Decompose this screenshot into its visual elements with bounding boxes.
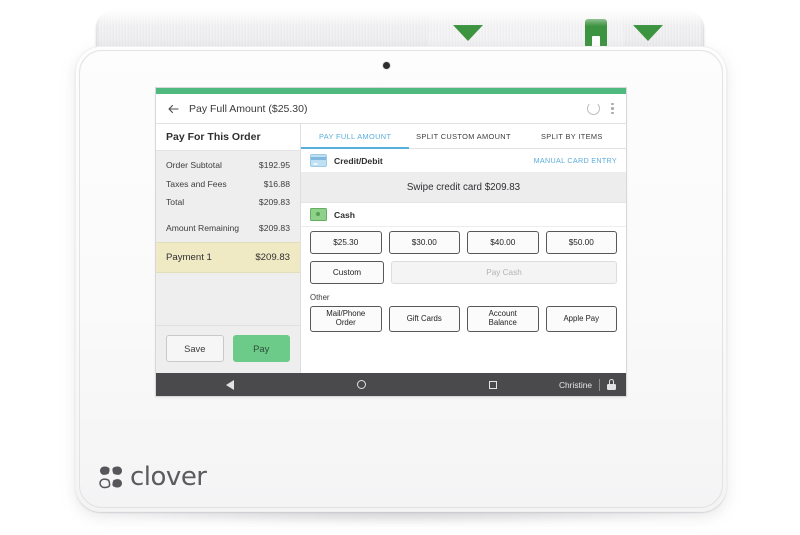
order-totals: Order Subtotal $192.95 Taxes and Fees $1… <box>156 151 300 242</box>
account-balance-button[interactable]: Account Balance <box>467 306 539 332</box>
nav-status-area: Christine <box>559 378 618 391</box>
sidebar-spacer <box>156 272 300 325</box>
cash-row: Cash <box>301 203 626 227</box>
nav-recents-icon <box>489 380 498 389</box>
cash-action-row: Custom Pay Cash <box>310 261 617 284</box>
gift-cards-button[interactable]: Gift Cards <box>388 306 460 332</box>
refresh-icon[interactable] <box>587 102 600 115</box>
total-value: $16.88 <box>263 178 290 189</box>
total-value: $209.83 <box>258 196 290 207</box>
swipe-prompt: Swipe credit card $209.83 <box>301 173 626 203</box>
lock-icon[interactable] <box>607 379 617 390</box>
cash-amount-area: $25.30 $30.00 $40.00 $50.00 Custom Pay C… <box>301 227 626 284</box>
order-sidebar: Pay For This Order Order Subtotal $192.9… <box>156 124 301 373</box>
total-row-total: Total $209.83 <box>166 193 290 211</box>
payment-label: Payment 1 <box>166 251 212 263</box>
clover-wordmark: clover <box>130 462 207 492</box>
app-bar: Pay Full Amount ($25.30) <box>156 94 626 124</box>
overflow-dot <box>611 107 614 110</box>
camera-dot-icon <box>383 62 390 69</box>
total-label: Total <box>166 196 185 207</box>
total-value: $192.95 <box>258 160 290 171</box>
payment-row-1[interactable]: Payment 1 $209.83 <box>156 241 300 273</box>
triangle-down-icon-left <box>453 25 483 41</box>
pay-button[interactable]: Pay <box>232 335 290 362</box>
quick-amount-grid: $25.30 $30.00 $40.00 $50.00 <box>310 231 617 254</box>
other-button-grid: Mail/Phone Order Gift Cards Account Bala… <box>310 306 617 332</box>
screenshot-stage: Pay Full Amount ($25.30) Pay For This Or… <box>0 0 800 535</box>
overflow-dot <box>611 111 614 115</box>
overflow-dot <box>611 102 614 106</box>
quick-amount-button-2[interactable]: $30.00 <box>388 231 460 254</box>
manual-card-entry-link[interactable]: MANUAL CARD ENTRY <box>534 156 617 165</box>
nav-divider <box>599 378 601 391</box>
cash-label: Cash <box>334 209 356 220</box>
total-row-taxes: Taxes and Fees $16.88 <box>166 174 290 192</box>
payment-value: $209.83 <box>255 251 290 263</box>
android-nav-bar: Christine <box>156 373 626 396</box>
quick-amount-button-3[interactable]: $40.00 <box>467 231 539 254</box>
apple-pay-button[interactable]: Apple Pay <box>545 306 617 332</box>
clover-leaf-icon <box>99 466 122 489</box>
payment-main-panel: PAY FULL AMOUNT SPLIT CUSTOM AMOUNT SPLI… <box>301 124 626 373</box>
credit-debit-label: Credit/Debit <box>334 155 383 166</box>
nav-back-icon <box>225 379 234 390</box>
other-payment-section: Other Mail/Phone Order Gift Cards Accoun… <box>301 284 626 332</box>
credit-card-icon <box>310 154 327 167</box>
device-screen: Pay Full Amount ($25.30) Pay For This Or… <box>156 88 626 396</box>
clover-logo: clover <box>98 464 207 490</box>
cash-icon <box>310 208 327 221</box>
quick-amount-button-1[interactable]: $25.30 <box>310 231 382 254</box>
payment-tabs: PAY FULL AMOUNT SPLIT CUSTOM AMOUNT SPLI… <box>301 124 626 149</box>
sidebar-actions: Save Pay <box>156 325 300 373</box>
total-label: Taxes and Fees <box>166 178 227 189</box>
tab-split-by-items[interactable]: SPLIT BY ITEMS <box>518 124 626 148</box>
nav-home-button[interactable] <box>296 380 428 389</box>
nav-home-icon <box>356 380 366 389</box>
nav-recents-button[interactable] <box>427 380 559 389</box>
app-body: Pay For This Order Order Subtotal $192.9… <box>156 124 626 373</box>
overflow-menu-icon[interactable] <box>611 102 614 115</box>
credit-debit-row: Credit/Debit MANUAL CARD ENTRY <box>301 149 626 173</box>
total-value: $209.83 <box>258 223 290 234</box>
nav-user-label[interactable]: Christine <box>559 380 592 390</box>
tab-split-custom-amount[interactable]: SPLIT CUSTOM AMOUNT <box>409 124 517 148</box>
sidebar-header: Pay For This Order <box>156 124 300 151</box>
back-arrow-icon[interactable] <box>165 101 181 117</box>
save-button[interactable]: Save <box>166 335 224 362</box>
mail-phone-order-button[interactable]: Mail/Phone Order <box>310 306 382 332</box>
quick-amount-button-4[interactable]: $50.00 <box>545 231 617 254</box>
total-label: Order Subtotal <box>166 160 222 171</box>
total-label: Amount Remaining <box>166 223 240 234</box>
custom-amount-button[interactable]: Custom <box>310 261 384 284</box>
other-section-label: Other <box>310 293 330 302</box>
total-row-subtotal: Order Subtotal $192.95 <box>166 156 290 174</box>
page-title: Pay Full Amount ($25.30) <box>189 102 308 115</box>
nav-back-button[interactable] <box>164 379 296 390</box>
total-row-amount-remaining: Amount Remaining $209.83 <box>166 219 290 237</box>
main-filler <box>301 332 626 373</box>
pay-cash-button[interactable]: Pay Cash <box>391 261 617 284</box>
triangle-down-icon-right <box>633 25 663 41</box>
tab-pay-full-amount[interactable]: PAY FULL AMOUNT <box>301 124 410 149</box>
